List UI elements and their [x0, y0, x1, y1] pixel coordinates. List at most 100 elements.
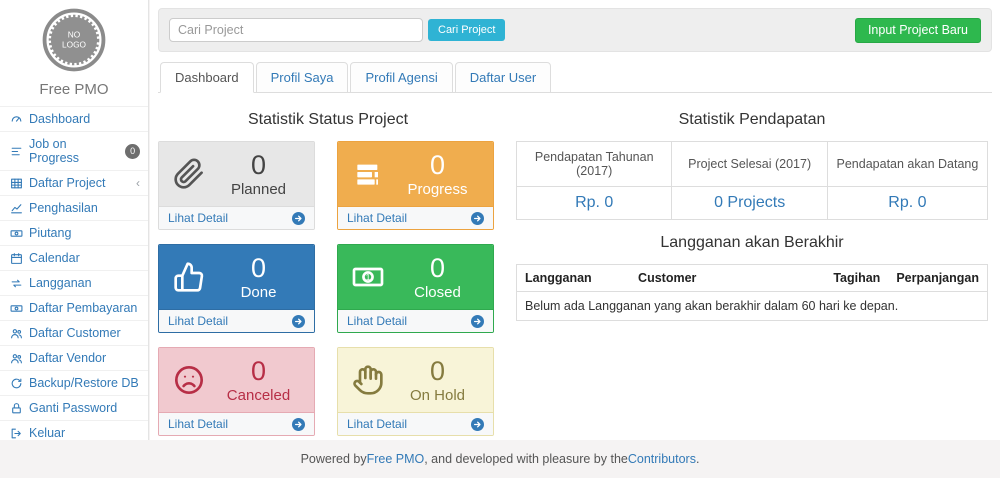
footer-text: .	[696, 452, 699, 466]
arrow-circle-right-icon	[471, 418, 484, 431]
tab-profil-saya[interactable]: Profil Saya	[256, 62, 349, 93]
money-icon	[10, 227, 23, 240]
calendar-icon	[10, 252, 23, 265]
canceled-lihat-detail-link[interactable]: Lihat Detail	[159, 412, 314, 435]
subscription-col-perpanjangan: Perpanjangan	[888, 265, 987, 292]
lihat-detail-label: Lihat Detail	[168, 211, 228, 225]
tab-profil-agensi[interactable]: Profil Agensi	[350, 62, 452, 93]
app-logo: NO LOGO Free PMO	[0, 0, 148, 98]
no-logo-seal-icon: NO LOGO	[42, 8, 106, 72]
line-chart-icon	[10, 202, 23, 215]
sidebar-item-label: Ganti Password	[29, 401, 117, 415]
status-card-on-hold: 0 On Hold Lihat Detail	[337, 347, 494, 436]
arrow-circle-right-icon	[292, 315, 305, 328]
closed-label: Closed	[390, 284, 485, 301]
search-input[interactable]	[169, 18, 423, 42]
chevron-left-icon: ‹	[136, 176, 140, 190]
sidebar-item-ganti-password[interactable]: Ganti Password	[0, 396, 148, 421]
paperclip-icon	[167, 158, 211, 190]
done-count: 0	[211, 253, 306, 284]
sidebar-item-label: Dashboard	[29, 112, 90, 126]
page-footer: Powered by Free PMO, and developed with …	[0, 440, 1000, 478]
sidebar-item-label: Penghasilan	[29, 201, 98, 215]
status-card-planned: 0 Planned Lihat Detail	[158, 141, 315, 230]
onhold-count: 0	[390, 356, 485, 387]
yearly-income-value[interactable]: Rp. 0	[517, 187, 672, 220]
search-bar: Cari Project Input Project Baru	[158, 8, 992, 52]
sidebar-item-job-on-progress[interactable]: Job on Progress 0	[0, 132, 148, 171]
subscription-col-tagihan: Tagihan	[825, 265, 888, 292]
job-count-badge: 0	[125, 144, 140, 159]
sidebar: NO LOGO Free PMO Dashboard Job on Progre…	[0, 0, 149, 440]
onhold-label: On Hold	[390, 387, 485, 404]
hand-paper-icon	[346, 364, 390, 396]
footer-text: , and developed with pleasure by the	[424, 452, 628, 466]
tab-dashboard[interactable]: Dashboard	[160, 62, 254, 93]
search-button[interactable]: Cari Project	[428, 19, 505, 41]
sidebar-item-label: Daftar Customer	[29, 326, 121, 340]
subscription-empty-message: Belum ada Langganan yang akan berakhir d…	[517, 292, 988, 321]
onhold-lihat-detail-link[interactable]: Lihat Detail	[338, 412, 493, 435]
arrow-circle-right-icon	[292, 212, 305, 225]
subscription-table: Langganan Customer Tagihan Perpanjangan …	[516, 264, 988, 321]
users-icon	[10, 327, 23, 340]
closed-lihat-detail-link[interactable]: Lihat Detail	[338, 309, 493, 332]
right-panel: Statistik Pendapatan Pendapatan Tahunan …	[498, 105, 992, 436]
planned-label: Planned	[211, 181, 306, 198]
sidebar-item-daftar-project[interactable]: Daftar Project ‹	[0, 171, 148, 196]
input-project-baru-button[interactable]: Input Project Baru	[855, 18, 981, 43]
sidebar-item-langganan[interactable]: Langganan	[0, 271, 148, 296]
retweet-icon	[10, 277, 23, 290]
lihat-detail-label: Lihat Detail	[347, 211, 407, 225]
tab-daftar-user[interactable]: Daftar User	[455, 62, 551, 93]
sidebar-item-daftar-pembayaran[interactable]: Daftar Pembayaran	[0, 296, 148, 321]
status-card-canceled: 0 Canceled Lihat Detail	[158, 347, 315, 436]
finished-projects-value[interactable]: 0 Projects	[672, 187, 827, 220]
status-card-body: 0 Done	[159, 245, 314, 309]
progress-count: 0	[390, 150, 485, 181]
upcoming-income-value[interactable]: Rp. 0	[827, 187, 987, 220]
sidebar-item-label: Daftar Pembayaran	[29, 301, 137, 315]
planned-lihat-detail-link[interactable]: Lihat Detail	[159, 206, 314, 229]
svg-text:NO: NO	[68, 29, 81, 39]
income-col-header: Pendapatan Tahunan (2017)	[517, 142, 672, 187]
svg-text:LOGO: LOGO	[62, 40, 87, 50]
gauge-icon	[10, 113, 23, 126]
arrow-circle-right-icon	[471, 315, 484, 328]
sidebar-item-daftar-vendor[interactable]: Daftar Vendor	[0, 346, 148, 371]
refresh-icon	[10, 377, 23, 390]
dashboard-content: Statistik Status Project 0 Planned	[158, 105, 992, 436]
status-card-body: 0 Planned	[159, 142, 314, 206]
progress-lihat-detail-link[interactable]: Lihat Detail	[338, 206, 493, 229]
subscription-col-langganan: Langganan	[517, 265, 631, 292]
sidebar-item-label: Piutang	[29, 226, 71, 240]
main-content: Cari Project Input Project Baru Dashboar…	[150, 0, 1000, 440]
svg-text:1: 1	[366, 272, 371, 282]
sidebar-item-penghasilan[interactable]: Penghasilan	[0, 196, 148, 221]
progress-label: Progress	[390, 181, 485, 198]
done-label: Done	[211, 284, 306, 301]
footer-text: Powered by	[301, 452, 367, 466]
sidebar-item-calendar[interactable]: Calendar	[0, 246, 148, 271]
banknote-icon: 1	[346, 261, 390, 293]
sidebar-item-backup-restore[interactable]: Backup/Restore DB	[0, 371, 148, 396]
free-pmo-link[interactable]: Free PMO	[367, 452, 425, 466]
lihat-detail-label: Lihat Detail	[347, 314, 407, 328]
arrow-circle-right-icon	[292, 418, 305, 431]
status-section: Statistik Status Project 0 Planned	[158, 105, 498, 436]
status-card-body: 1 0 Closed	[338, 245, 493, 309]
status-card-body: 0 On Hold	[338, 348, 493, 412]
sidebar-item-piutang[interactable]: Piutang	[0, 221, 148, 246]
arrow-circle-right-icon	[471, 212, 484, 225]
status-card-body: 0 Canceled	[159, 348, 314, 412]
sidebar-item-daftar-customer[interactable]: Daftar Customer	[0, 321, 148, 346]
sidebar-item-label: Keluar	[29, 426, 65, 440]
sidebar-item-dashboard[interactable]: Dashboard	[0, 107, 148, 132]
tasks-icon	[10, 145, 23, 158]
sidebar-item-label: Job on Progress	[29, 137, 119, 165]
done-lihat-detail-link[interactable]: Lihat Detail	[159, 309, 314, 332]
contributors-link[interactable]: Contributors	[628, 452, 696, 466]
income-col-header: Project Selesai (2017)	[672, 142, 827, 187]
frown-icon	[167, 364, 211, 396]
lihat-detail-label: Lihat Detail	[168, 314, 228, 328]
